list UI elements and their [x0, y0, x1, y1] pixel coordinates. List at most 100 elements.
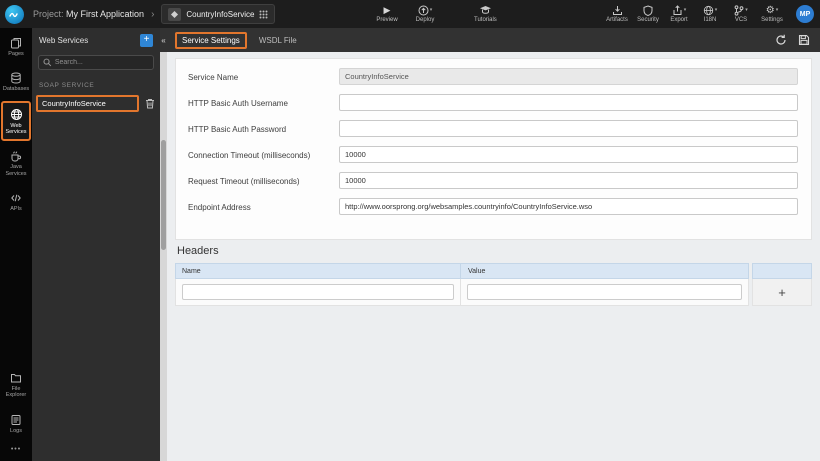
field-label: Endpoint Address: [188, 203, 251, 212]
app-selector[interactable]: CountryInfoService: [161, 4, 276, 24]
grid-icon[interactable]: [259, 10, 268, 19]
globe-icon: [703, 5, 713, 16]
collapse-panel-icon[interactable]: «: [160, 28, 167, 52]
search-icon: [43, 58, 52, 67]
deploy-circle-up-icon: [418, 5, 429, 16]
field-label: HTTP Basic Auth Username: [188, 99, 288, 108]
header-value-input[interactable]: [467, 284, 742, 300]
request-timeout-input[interactable]: [339, 172, 798, 189]
tab-bar-actions: [775, 34, 810, 46]
form-row: Request Timeout (milliseconds): [176, 168, 811, 194]
panel-header: Web Services +: [32, 28, 160, 52]
download-tray-icon: [612, 6, 622, 15]
chevron-down-icon: ▾: [429, 7, 433, 13]
service-name-input[interactable]: [339, 68, 798, 85]
sidebar-item-pages[interactable]: Pages: [1, 30, 31, 63]
export-arrow-icon: [673, 5, 682, 15]
service-search[interactable]: [38, 55, 154, 70]
globe-icon: [10, 108, 22, 120]
top-bar: Project: My First Application › CountryI…: [0, 0, 820, 28]
play-icon: ▶: [383, 5, 391, 15]
delete-service-button[interactable]: [144, 97, 156, 110]
chevron-down-icon: ▾: [714, 7, 718, 13]
coffee-cup-icon: [11, 151, 22, 162]
code-brackets-icon: [11, 194, 21, 202]
save-button[interactable]: [798, 34, 810, 46]
security-button[interactable]: Security: [637, 5, 659, 23]
form-row: Connection Timeout (milliseconds): [176, 142, 811, 168]
refresh-button[interactable]: [775, 34, 787, 46]
settings-button[interactable]: ⚙ ▾ Settings: [761, 5, 783, 23]
chevron-down-icon: ▾: [683, 7, 687, 13]
panel-resizer[interactable]: «: [160, 28, 167, 461]
add-header-button[interactable]: +: [752, 279, 812, 306]
service-settings-form: Service Name HTTP Basic Auth Username HT…: [175, 58, 812, 240]
refresh-icon: [776, 34, 786, 45]
tutorials-button[interactable]: Tutorials: [474, 5, 497, 23]
sidebar-item-file-explorer[interactable]: File Explorer: [1, 365, 31, 405]
form-row: Endpoint Address: [176, 194, 811, 220]
preview-button[interactable]: ▶ Preview: [376, 5, 398, 24]
service-tile-icon: [168, 7, 182, 21]
endpoint-address-input[interactable]: [339, 198, 798, 215]
form-row: Service Name: [176, 64, 811, 90]
search-input[interactable]: [54, 59, 149, 66]
wavemaker-logo-icon[interactable]: [5, 4, 24, 24]
sidebar-item-apis[interactable]: APIs: [1, 185, 31, 218]
web-services-panel: Web Services + SOAP SERVICE CountryInfoS…: [32, 28, 160, 461]
field-label: HTTP Basic Auth Password: [188, 125, 287, 134]
column-header-actions: [752, 263, 812, 279]
form-row: HTTP Basic Auth Password: [176, 116, 811, 142]
save-floppy-icon: [798, 34, 810, 46]
header-value-cell: [461, 279, 749, 306]
chevron-down-icon: ▾: [745, 7, 748, 13]
add-service-button[interactable]: +: [140, 33, 153, 47]
tab-service-settings[interactable]: Service Settings: [175, 31, 247, 49]
headers-table: Name Value +: [175, 263, 812, 306]
header-name-input[interactable]: [182, 284, 454, 300]
panel-title: Web Services: [39, 35, 89, 45]
chevron-right-icon: ›: [151, 8, 155, 20]
trash-icon: [146, 99, 154, 109]
header-name-cell: [175, 279, 461, 306]
table-row: +: [175, 279, 812, 306]
topbar-right-actions: Artifacts Security ▾ Export ▾ I18N ▾ VCS…: [606, 0, 814, 28]
artifacts-button[interactable]: Artifacts: [606, 5, 628, 23]
more-options-icon[interactable]: •••: [11, 440, 21, 461]
export-button[interactable]: ▾ Export: [668, 5, 690, 23]
basic-auth-password-input[interactable]: [339, 120, 798, 137]
gear-icon: ⚙: [765, 4, 775, 16]
connection-timeout-input[interactable]: [339, 146, 798, 163]
field-label: Request Timeout (milliseconds): [188, 177, 300, 186]
service-list-item: CountryInfoService: [36, 95, 156, 112]
sidebar-item-java-services[interactable]: Java Services: [1, 143, 31, 183]
chevron-down-icon: ▾: [775, 7, 779, 13]
pages-icon: [11, 38, 21, 49]
sidebar-item-databases[interactable]: Databases: [1, 65, 31, 98]
tab-wsdl-file[interactable]: WSDL File: [259, 36, 297, 45]
column-header-value: Value: [461, 263, 749, 279]
field-label: Connection Timeout (milliseconds): [188, 151, 311, 160]
headers-section-title: Headers: [177, 245, 219, 257]
deploy-button[interactable]: ▾ Deploy: [414, 5, 436, 23]
shield-icon: [643, 5, 653, 16]
sidebar-item-logs[interactable]: Logs: [1, 407, 31, 440]
log-list-icon: [11, 414, 21, 425]
basic-auth-username-input[interactable]: [339, 94, 798, 111]
field-label: Service Name: [188, 73, 239, 82]
scrollbar-thumb[interactable]: [161, 140, 166, 250]
avatar[interactable]: MP: [796, 5, 814, 23]
app-selector-name: CountryInfoService: [186, 9, 255, 19]
topbar-center-actions: ▶ Preview ▾ Deploy Tutorials: [376, 0, 497, 28]
git-branch-icon: [734, 5, 744, 16]
vcs-button[interactable]: ▾ VCS: [730, 5, 752, 23]
sidebar-item-web-services[interactable]: Web Services: [1, 100, 31, 142]
i18n-button[interactable]: ▾ I18N: [699, 5, 721, 23]
form-row: HTTP Basic Auth Username: [176, 90, 811, 116]
service-settings-content: Service Name HTTP Basic Auth Username HT…: [167, 52, 820, 461]
soap-service-section-label: SOAP SERVICE: [39, 82, 95, 89]
column-header-name: Name: [175, 263, 461, 279]
project-name[interactable]: My First Application: [66, 9, 144, 19]
service-item-countryinfoservice[interactable]: CountryInfoService: [36, 95, 139, 112]
folder-icon: [11, 374, 21, 383]
